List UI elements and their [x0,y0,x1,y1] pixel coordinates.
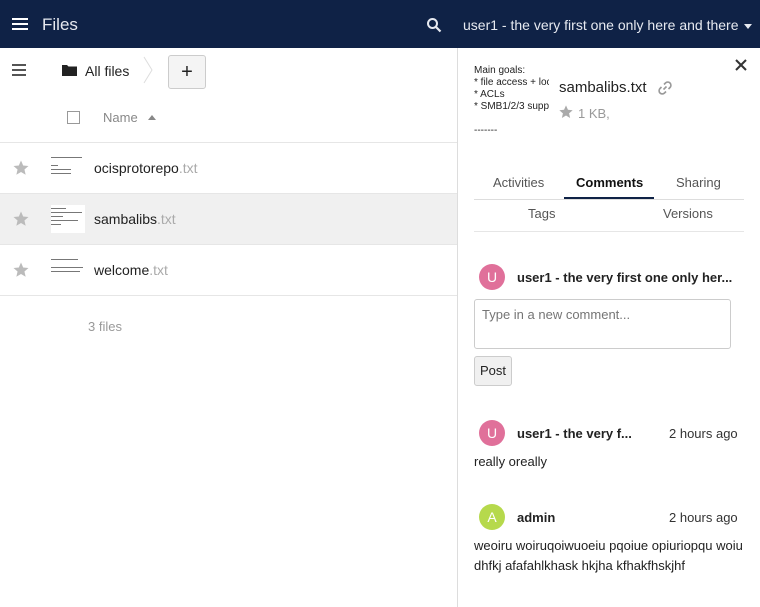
avatar: U [479,264,505,290]
comment-text: really oreally [474,454,547,469]
preview-line: * SMB1/2/3 supp [474,101,549,112]
file-extension: .txt [178,160,198,176]
file-extension: .txt [157,211,176,227]
preview-line: Main goals: [474,65,526,76]
file-list-header: Name [0,94,458,143]
preview-line [474,113,549,125]
tab-activities[interactable]: Activities [493,175,544,190]
column-name-header[interactable]: Name [103,110,138,125]
tab-sharing[interactable]: Sharing [676,175,721,190]
file-basename: sambalibs [94,211,158,227]
folder-icon [62,65,77,76]
user-menu[interactable]: user1 - the very first one only here and… [463,17,753,33]
tab-tags[interactable]: Tags [528,206,555,221]
menu-icon[interactable] [12,18,28,30]
star-icon[interactable] [12,159,30,177]
preview-line: * file access + loc [474,77,549,88]
list-view-icon[interactable] [12,64,26,76]
details-sidebar: Main goals: * file access + loc * ACLs *… [457,48,757,607]
tab-bar-secondary: Tags Versions [474,200,744,232]
post-button[interactable]: Post [474,356,512,386]
link-icon[interactable] [657,80,673,96]
comment-timestamp: 2 hours ago [669,426,738,441]
avatar: U [479,420,505,446]
preview-line: ------- [474,125,498,136]
files-controls: All files + [0,48,458,94]
file-count: 3 files [88,319,122,334]
app-title: Files [42,15,78,34]
file-row[interactable]: ocisprotorepo.txt [0,143,458,194]
tab-versions[interactable]: Versions [663,206,713,221]
file-thumbnail [51,205,85,233]
file-basename: welcome [94,262,150,278]
file-name[interactable]: welcome.txt [94,262,168,278]
app-header: Files user1 - the very first one only he… [0,0,760,48]
comment-author: admin [517,510,556,525]
file-name[interactable]: ocisprotorepo.txt [94,160,198,176]
tab-bar: Activities Comments Sharing [474,169,744,200]
comment-text: weoiru woiruqoiwuoeiu pqoiue opiuriopqu … [474,538,743,573]
star-icon[interactable] [12,210,30,228]
star-icon[interactable] [12,261,30,279]
file-row[interactable]: sambalibs.txt [0,194,458,245]
file-row[interactable]: welcome.txt [0,245,458,296]
preview-line: * ACLs [474,89,505,100]
active-tab-indicator [564,197,654,199]
comment-author: user1 - the very first one only her... [517,270,733,285]
search-icon[interactable] [426,17,442,33]
file-thumbnail [51,154,85,182]
user-menu-label: user1 - the very first one only here and… [463,17,739,33]
breadcrumb-separator-icon [143,56,153,84]
file-extension: .txt [149,262,168,278]
comment-input[interactable] [474,299,731,349]
close-icon[interactable] [734,58,748,72]
breadcrumb-all-files[interactable]: All files [85,63,129,79]
chevron-down-icon [744,23,753,29]
file-preview: Main goals: * file access + loc * ACLs *… [474,65,549,137]
add-button[interactable]: + [168,55,206,89]
select-all-checkbox[interactable] [67,111,80,124]
star-icon[interactable] [558,104,574,120]
comment-timestamp: 2 hours ago [669,510,738,525]
tab-comments[interactable]: Comments [576,175,643,190]
file-basename: ocisprotorepo [94,160,179,176]
file-name[interactable]: sambalibs.txt [94,211,176,227]
sort-ascending-icon[interactable] [148,115,156,120]
comment-author: user1 - the very f... [517,426,632,441]
avatar: A [479,504,505,530]
sidebar-filename: sambalibs.txt [559,79,647,96]
file-thumbnail [51,256,85,284]
file-size: 1 KB, [578,106,610,121]
